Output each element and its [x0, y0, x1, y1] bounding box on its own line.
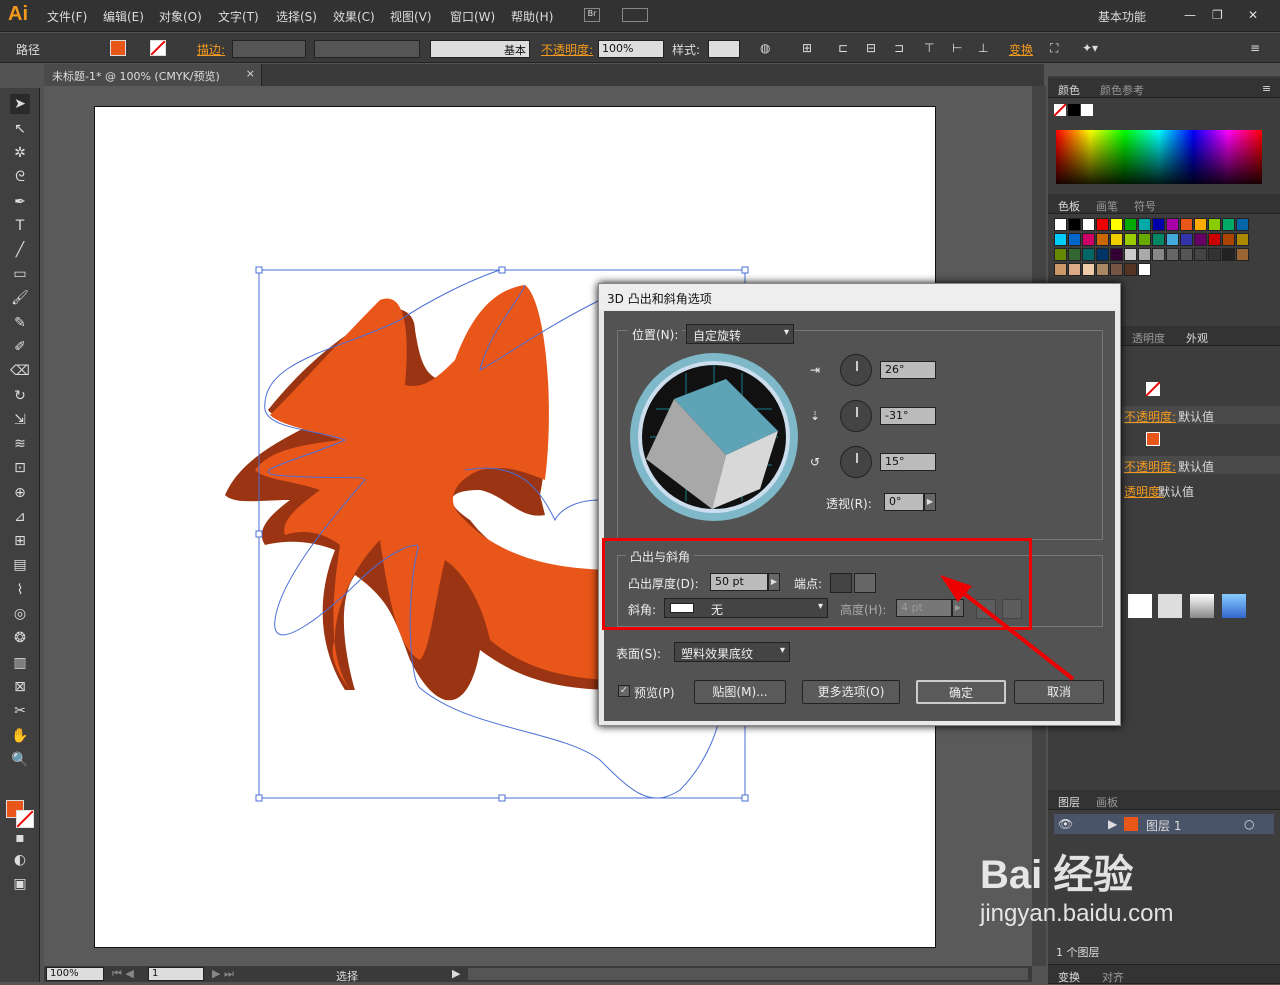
watermark-brand: Bai 经验 — [980, 853, 1134, 897]
watermark-url: jingyan.baidu.com — [980, 900, 1174, 927]
baidu-watermark: Bai 经验 jingyan.baidu.com — [980, 842, 1240, 962]
annotation-arrow — [940, 575, 1075, 681]
